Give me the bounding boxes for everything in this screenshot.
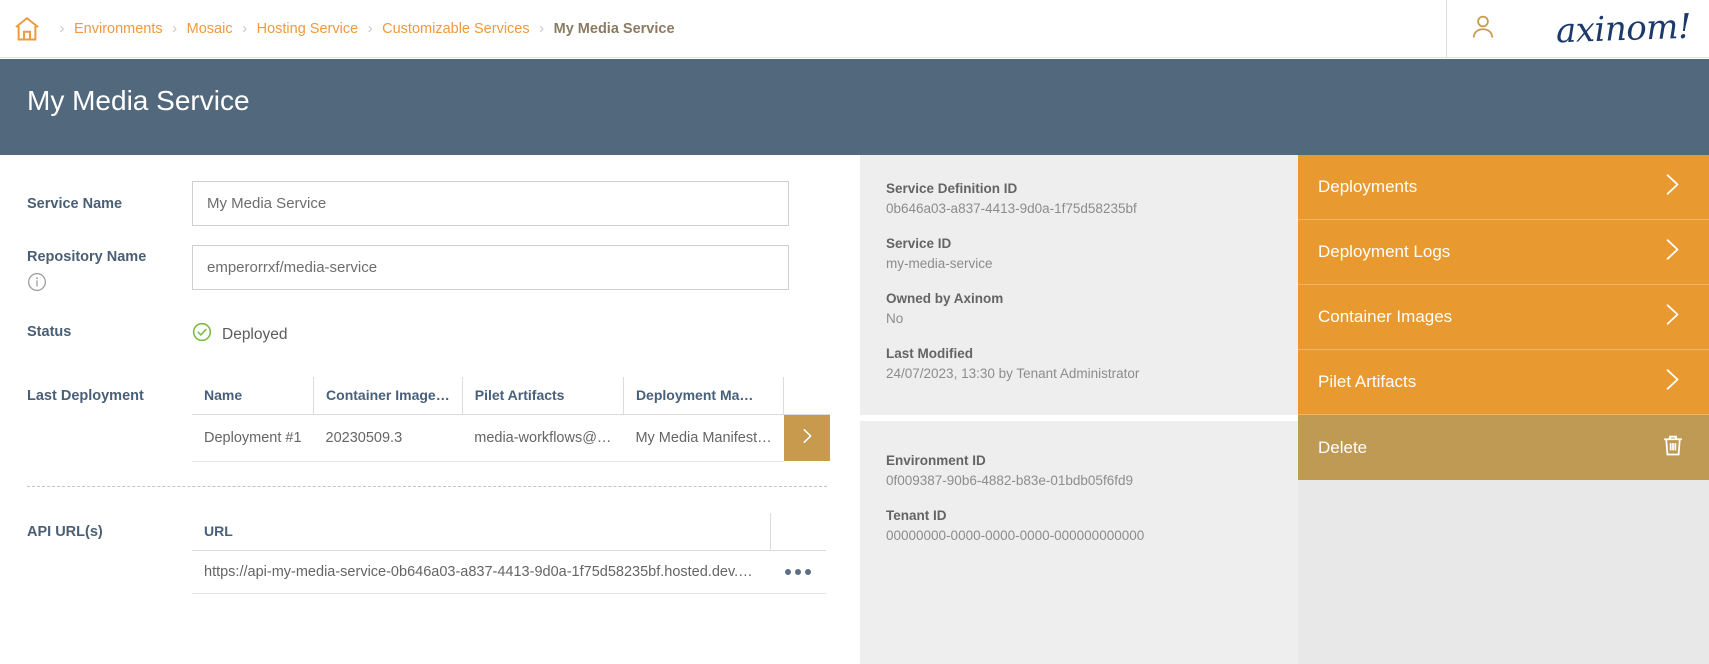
field-last-deployment: Last Deployment xyxy=(27,387,144,407)
logo-text: axinom! xyxy=(1555,7,1691,52)
column-header-pilet-artifacts[interactable]: Pilet Artifacts xyxy=(462,377,623,415)
column-header-action xyxy=(784,377,830,415)
breadcrumb-separator-1: › xyxy=(165,20,185,37)
open-deployment-button[interactable] xyxy=(784,415,830,461)
info-value-service-id: my-media-service xyxy=(886,256,1298,271)
info-label-owned-by-axinom: Owned by Axinom xyxy=(886,291,1298,306)
chevron-right-icon xyxy=(1657,170,1687,205)
action-label: Deployments xyxy=(1298,177,1417,197)
status-label: Status xyxy=(27,323,71,343)
table-header-row: Name Container Image… Pilet Artifacts De… xyxy=(192,377,830,415)
check-circle-icon xyxy=(192,322,212,347)
cell-container-image: 20230509.3 xyxy=(314,415,463,462)
last-deployment-table: Name Container Image… Pilet Artifacts De… xyxy=(192,377,830,462)
cell-pilet-artifacts: media-workflows@… xyxy=(462,415,623,462)
field-service-name: Service Name xyxy=(27,195,122,215)
action-deployment-logs[interactable]: Deployment Logs xyxy=(1298,220,1709,285)
breadcrumb-separator-2: › xyxy=(235,20,255,37)
page-title: My Media Service xyxy=(27,85,250,117)
chevron-right-icon xyxy=(1657,235,1687,270)
action-label: Delete xyxy=(1298,438,1367,458)
breadcrumb-item-mosaic[interactable]: Mosaic xyxy=(185,21,235,37)
breadcrumb-item-my-media-service: My Media Service xyxy=(552,21,677,37)
action-deployments[interactable]: Deployments xyxy=(1298,155,1709,220)
api-urls-label: API URL(s) xyxy=(27,523,103,543)
service-name-label: Service Name xyxy=(27,195,122,215)
rail-spacer xyxy=(1298,480,1709,544)
chevron-right-icon xyxy=(1657,300,1687,335)
info-card-service: Service Definition ID 0b646a03-a837-4413… xyxy=(860,155,1298,415)
breadcrumb-item-hosting-service[interactable]: Hosting Service xyxy=(255,21,361,37)
action-label: Container Images xyxy=(1298,307,1452,327)
service-name-input[interactable] xyxy=(192,181,789,226)
action-delete[interactable]: Delete xyxy=(1298,415,1709,480)
status-value: Deployed xyxy=(222,326,288,344)
info-label-last-modified: Last Modified xyxy=(886,346,1298,361)
field-status: Status xyxy=(27,323,71,343)
info-label-service-definition-id: Service Definition ID xyxy=(886,181,1298,196)
table-row[interactable]: Deployment #1 20230509.3 media-workflows… xyxy=(192,415,830,462)
info-value-tenant-id: 00000000-0000-0000-0000-000000000000 xyxy=(886,528,1298,543)
info-value-last-modified: 24/07/2023, 13:30 by Tenant Administrato… xyxy=(886,366,1298,381)
breadcrumb: › Environments › Mosaic › Hosting Servic… xyxy=(0,0,677,58)
chevron-right-icon xyxy=(1657,365,1687,400)
column-header-container-image[interactable]: Container Image… xyxy=(314,377,463,415)
action-label: Deployment Logs xyxy=(1298,242,1450,262)
table-row[interactable]: https://api-my-media-service-0b646a03-a8… xyxy=(192,551,826,594)
action-label: Pilet Artifacts xyxy=(1298,372,1416,392)
axinom-logo: axinom! xyxy=(1519,0,1709,58)
info-card-environment: Environment ID 0f009387-90b6-4882-b83e-0… xyxy=(860,421,1298,664)
cell-api-url: https://api-my-media-service-0b646a03-a8… xyxy=(192,551,770,594)
top-bar: › Environments › Mosaic › Hosting Servic… xyxy=(0,0,1709,58)
breadcrumb-item-environments[interactable]: Environments xyxy=(72,21,165,37)
user-account-icon xyxy=(1468,12,1498,47)
info-value-environment-id: 0f009387-90b6-4882-b83e-01bdb05f6fd9 xyxy=(886,473,1298,488)
status-badge: Deployed xyxy=(192,322,288,347)
home-icon[interactable] xyxy=(12,14,52,44)
chevron-right-icon xyxy=(796,425,818,451)
service-form: Service Name Repository Name Status xyxy=(0,155,860,664)
main-content: Service Name Repository Name Status xyxy=(0,155,1709,664)
top-bar-right: axinom! xyxy=(1446,0,1709,58)
cell-open-action xyxy=(784,415,830,462)
breadcrumb-separator-3: › xyxy=(360,20,380,37)
info-panel: Service Definition ID 0b646a03-a837-4413… xyxy=(860,155,1298,664)
field-repository-name: Repository Name xyxy=(27,248,146,292)
field-api-urls: API URL(s) xyxy=(27,523,103,543)
column-header-url-action xyxy=(770,513,826,551)
action-container-images[interactable]: Container Images xyxy=(1298,285,1709,350)
cell-deployment-name: Deployment #1 xyxy=(192,415,314,462)
section-divider xyxy=(27,486,827,487)
action-rail: Deployments Deployment Logs Container Im… xyxy=(1298,155,1709,664)
action-pilet-artifacts[interactable]: Pilet Artifacts xyxy=(1298,350,1709,415)
api-urls-table: URL https://api-my-media-service-0b646a0… xyxy=(192,513,826,594)
repository-name-label: Repository Name xyxy=(27,248,146,268)
user-account-button[interactable] xyxy=(1447,0,1519,58)
info-circle-icon[interactable] xyxy=(27,272,146,292)
table-header-row: URL xyxy=(192,513,826,551)
cell-url-menu xyxy=(770,551,826,594)
page-title-banner: My Media Service xyxy=(0,59,1709,155)
breadcrumb-separator-4: › xyxy=(532,20,552,37)
cell-deployment-manifest: My Media Manifest… xyxy=(623,415,783,462)
info-value-service-definition-id: 0b646a03-a837-4413-9d0a-1f75d58235bf xyxy=(886,201,1298,216)
trash-icon xyxy=(1659,431,1687,464)
breadcrumb-item-customizable-services[interactable]: Customizable Services xyxy=(380,21,531,37)
column-header-name[interactable]: Name xyxy=(192,377,314,415)
info-label-environment-id: Environment ID xyxy=(886,453,1298,468)
info-label-tenant-id: Tenant ID xyxy=(886,508,1298,523)
column-header-url[interactable]: URL xyxy=(192,513,770,551)
info-label-service-id: Service ID xyxy=(886,236,1298,251)
column-header-deployment-manifest[interactable]: Deployment Ma… xyxy=(623,377,783,415)
breadcrumb-separator-0: › xyxy=(52,20,72,37)
info-value-owned-by-axinom: No xyxy=(886,311,1298,326)
kebab-menu-icon[interactable] xyxy=(782,569,814,575)
repository-name-input[interactable] xyxy=(192,245,789,290)
last-deployment-label: Last Deployment xyxy=(27,387,144,407)
